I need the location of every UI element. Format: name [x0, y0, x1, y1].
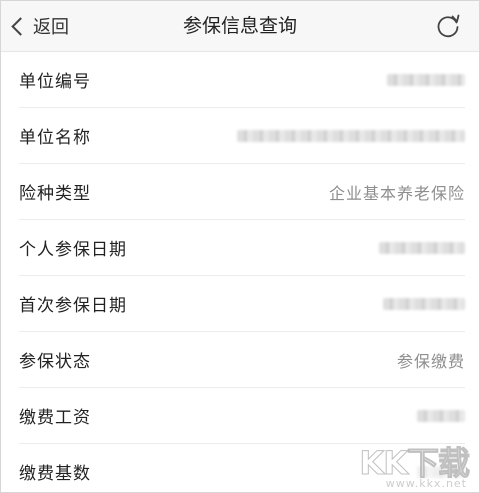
- row-label: 单位编号: [19, 72, 91, 92]
- row-unit-number: 单位编号: [19, 52, 465, 108]
- navigation-bar: 返回 参保信息查询: [1, 1, 479, 52]
- page-title: 参保信息查询: [182, 15, 297, 37]
- row-label: 首次参保日期: [19, 296, 127, 316]
- screen: 返回 参保信息查询 单位编号 单位名称 险种类型 企业基本养老保险 个人参保日期…: [0, 0, 480, 493]
- redacted-value: [383, 297, 465, 310]
- redacted-value: [417, 465, 465, 478]
- row-contribution-base: 缴费基数: [19, 444, 465, 492]
- row-value: 参保缴费: [396, 351, 465, 371]
- redacted-value: [379, 241, 465, 254]
- row-insurance-type: 险种类型 企业基本养老保险: [19, 164, 465, 220]
- row-label: 单位名称: [19, 128, 91, 148]
- row-value: 企业基本养老保险: [328, 183, 465, 203]
- row-enroll-status: 参保状态 参保缴费: [19, 332, 465, 388]
- redacted-value: [237, 129, 465, 142]
- back-label: 返回: [33, 17, 69, 38]
- row-first-enroll-date: 首次参保日期: [19, 276, 465, 332]
- row-label: 险种类型: [19, 184, 91, 204]
- redacted-value: [387, 73, 465, 86]
- chevron-left-icon: [11, 16, 30, 36]
- row-label: 参保状态: [19, 352, 91, 372]
- refresh-icon[interactable]: [435, 13, 461, 39]
- row-unit-name: 单位名称: [19, 108, 465, 164]
- row-label: 缴费基数: [19, 464, 91, 484]
- insurance-info-list: 单位编号 单位名称 险种类型 企业基本养老保险 个人参保日期 首次参保日期 参保…: [1, 52, 479, 492]
- back-button[interactable]: 返回: [10, 1, 69, 51]
- row-label: 个人参保日期: [19, 240, 127, 260]
- row-label: 缴费工资: [19, 408, 91, 428]
- row-contribution-wage: 缴费工资: [19, 388, 465, 444]
- redacted-value: [417, 409, 465, 422]
- row-personal-enroll-date: 个人参保日期: [19, 220, 465, 276]
